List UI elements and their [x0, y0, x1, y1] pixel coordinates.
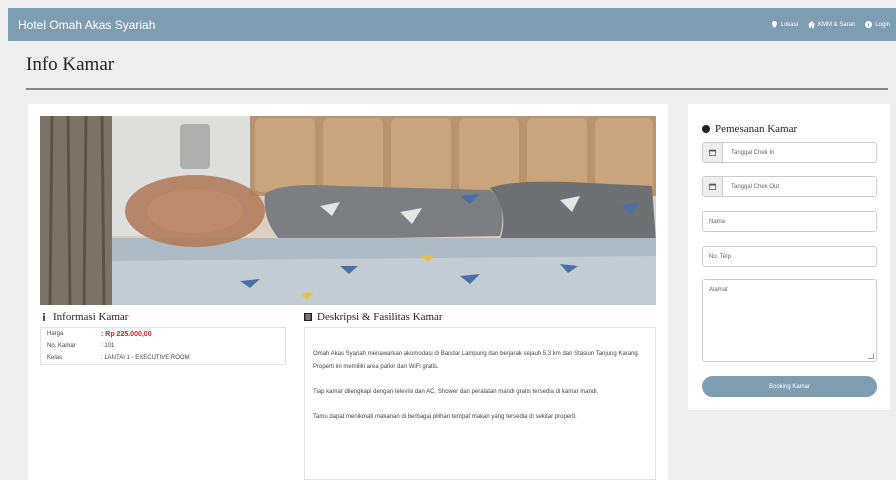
info-label: Harga — [47, 331, 64, 337]
booking-button[interactable]: Booking Kamar — [702, 376, 877, 397]
info-row-no-kamar: No. Kamar : 101 — [41, 340, 285, 352]
room-info-panel: Informasi Kamar Harga : Rp 225.000,00 No… — [28, 104, 668, 480]
deskripsi-paragraph: Tamu dapat menikmati makanan di berbagai… — [313, 414, 577, 420]
deskripsi-paragraph: Tiap kamar dilengkapi dengan televisi da… — [313, 389, 599, 395]
nav-links: Lokasi KMM & Saran Login — [771, 21, 896, 28]
address-placeholder: Alamat — [709, 287, 728, 293]
info-kamar-table: Harga : Rp 225.000,00 No. Kamar : 101 Ke… — [40, 327, 286, 365]
info-value-price: : Rp 225.000,00 — [101, 330, 152, 338]
map-marker-icon — [771, 21, 777, 28]
info-row-harga: Harga : Rp 225.000,00 — [41, 328, 285, 340]
nav-link-label: Login — [875, 21, 890, 28]
nav-link-label: Lokasi — [780, 21, 798, 28]
info-kamar-title: Informasi Kamar — [53, 311, 129, 323]
info-label: No. Kamar — [47, 343, 76, 349]
brand-title[interactable]: Hotel Omah Akas Syariah — [8, 18, 155, 32]
title-divider — [26, 88, 888, 90]
room-photo-illustration — [40, 116, 656, 305]
checkout-placeholder: Tanggal Chek Out — [731, 183, 780, 190]
resize-handle[interactable] — [868, 353, 874, 359]
phone-placeholder: No. Telp — [709, 253, 731, 260]
nav-link-lokasi[interactable]: Lokasi — [771, 21, 798, 28]
deskripsi-title: Deskripsi & Fasilitas Kamar — [317, 311, 443, 323]
page-title: Info Kamar — [26, 54, 115, 75]
nav-link-login[interactable]: Login — [865, 21, 890, 28]
calendar-icon-addon — [703, 143, 723, 162]
booking-panel: Pemesanan Kamar Tanggal Chek In Tanggal … — [688, 104, 890, 410]
calendar-icon — [709, 183, 716, 190]
name-input[interactable]: Nama — [702, 211, 877, 232]
phone-input[interactable]: No. Telp — [702, 246, 877, 267]
checkin-input[interactable]: Tanggal Chek In — [702, 142, 877, 163]
name-placeholder: Nama — [709, 218, 726, 225]
info-icon — [43, 313, 45, 321]
calendar-icon-addon — [703, 177, 723, 196]
list-icon — [304, 313, 312, 321]
deskripsi-box: Omah Akas Syariah menawarkan akomodasi d… — [304, 327, 656, 480]
address-textarea[interactable]: Alamat — [702, 279, 877, 362]
info-row-kelas: Kelas : LANTAI 1 - EXECUTIVE ROOM — [41, 352, 285, 364]
info-value: : 101 — [101, 343, 115, 349]
booking-title: Pemesanan Kamar — [715, 123, 798, 135]
deskripsi-heading: Deskripsi & Fasilitas Kamar — [304, 311, 443, 323]
top-navbar: Hotel Omah Akas Syariah Lokasi KMM & Sar… — [8, 8, 896, 41]
room-photo — [40, 116, 656, 305]
info-icon — [865, 21, 873, 28]
calendar-icon — [709, 149, 716, 156]
home-icon — [807, 21, 815, 28]
info-kamar-heading: Informasi Kamar — [40, 311, 128, 323]
info-label: Kelas — [47, 355, 63, 361]
nav-link-saran[interactable]: KMM & Saran — [807, 21, 856, 28]
booking-heading: Pemesanan Kamar — [702, 123, 797, 135]
nav-link-label: KMM & Saran — [817, 21, 856, 28]
deskripsi-paragraph: Omah Akas Syariah menawarkan akomodasi d… — [313, 351, 640, 370]
bullet-icon — [702, 125, 710, 133]
checkout-input[interactable]: Tanggal Chek Out — [702, 176, 877, 197]
info-value: : LANTAI 1 - EXECUTIVE ROOM — [101, 355, 190, 361]
checkin-placeholder: Tanggal Chek In — [731, 149, 775, 156]
